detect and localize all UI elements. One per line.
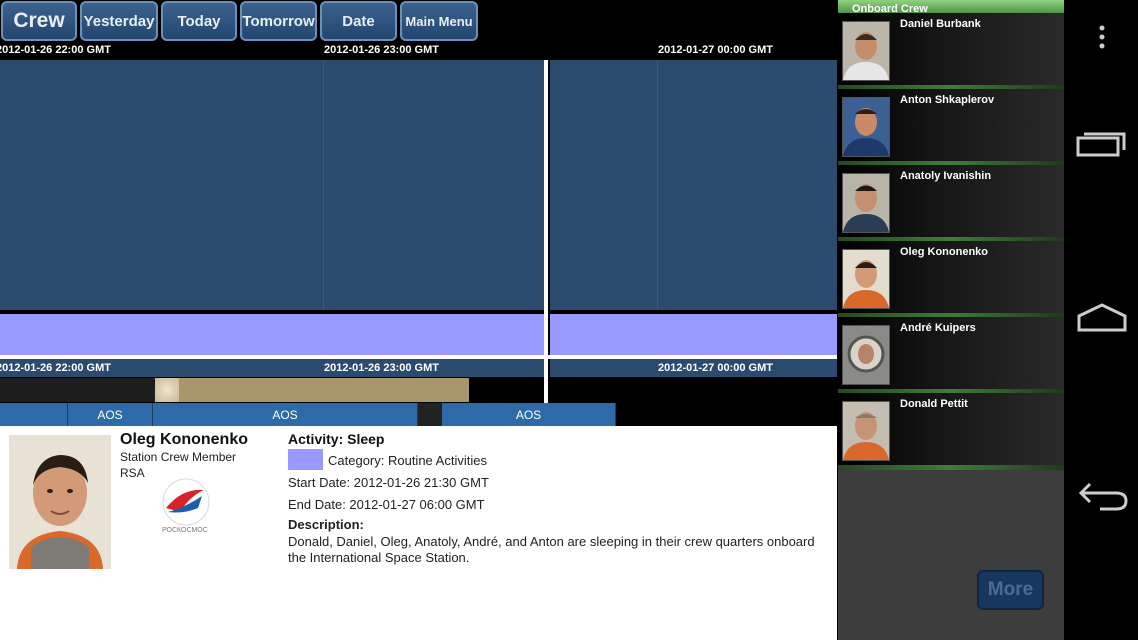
crew-name-label: André Kuipers [900,322,976,334]
sleep-activity-block[interactable] [550,314,837,355]
crew-list-item[interactable]: Anton Shkaplerov [838,89,1064,161]
aos-label: AOS [272,407,298,422]
hour-gridline [323,60,324,310]
crew-name-label: Daniel Burbank [900,18,981,30]
back-icon[interactable] [1078,480,1130,512]
activity-category: Category: Routine Activities [328,453,487,468]
time-tick-label: 2012-01-27 00:00 GMT [658,44,773,56]
description-label: Description: [288,517,364,532]
crew-sidebar: Onboard Crew Daniel Burbank Anton Shkapl… [838,0,1064,640]
main-menu-button[interactable]: Main Menu [400,1,478,41]
recent-apps-icon[interactable] [1076,128,1128,158]
crew-avatar [842,401,890,461]
hour-gridline [657,60,658,310]
yesterday-button[interactable]: Yesterday [80,1,158,41]
crew-avatar [842,249,890,309]
crew-separator [838,465,1064,470]
crew-name-label: Donald Pettit [900,398,968,410]
activity-detail-panel: Oleg Kononenko Station Crew Member RSA Р… [0,426,837,640]
crew-portrait [9,435,111,569]
activity-description: Donald, Daniel, Oleg, Anatoly, André, an… [288,534,815,565]
aos-label: AOS [515,407,542,422]
category-color-swatch [288,449,323,470]
today-button[interactable]: Today [161,1,237,41]
home-icon[interactable] [1076,302,1128,334]
activity-title: Activity: Sleep [288,431,385,447]
time-tick-label: 2012-01-26 23:00 GMT [324,44,439,56]
tomorrow-button[interactable]: Tomorrow [240,1,317,41]
aos-label: AOS [97,407,123,422]
daylight-band [179,378,469,402]
sun-marker [155,378,179,402]
roscosmos-logo: РОСКОСМОС [158,478,214,540]
crew-agency: RSA [120,466,145,480]
crew-list-item[interactable]: Anatoly Ivanishin [838,165,1064,237]
activity-block[interactable] [0,60,544,310]
crew-name-label: Anatoly Ivanishin [900,170,992,182]
time-tick-label: 2012-01-26 22:00 GMT [0,44,111,56]
aos-segment [0,403,68,426]
overflow-menu-icon[interactable] [1098,24,1106,50]
aos-segment: AOS [68,403,153,426]
logo-text: РОСКОСМОС [162,527,208,534]
crew-button[interactable]: Crew [1,1,77,41]
crew-list-item[interactable]: Oleg Kononenko [838,241,1064,313]
system-navigation-bar [1064,0,1138,640]
crew-name: Oleg Kononenko [120,431,248,448]
crew-avatar [842,325,890,385]
activity-block[interactable] [550,60,837,310]
sleep-activity-block[interactable] [0,314,544,355]
activity-start-date: Start Date: 2012-01-26 21:30 GMT [288,475,489,490]
current-time-cursor [544,60,548,403]
time-tick-label: 2012-01-27 00:00 GMT [658,362,773,374]
crew-list-item[interactable]: Daniel Burbank [838,13,1064,85]
crew-list-item[interactable]: André Kuipers [838,317,1064,389]
timeline[interactable]: 2012-01-26 22:00 GMT 2012-01-26 23:00 GM… [0,43,837,426]
time-tick-label: 2012-01-26 23:00 GMT [324,362,439,374]
aos-segment: AOS [153,403,418,426]
crew-avatar [842,173,890,233]
time-tick-label: 2012-01-26 22:00 GMT [0,362,111,374]
night-band [0,378,155,402]
aos-segment: AOS [442,403,616,426]
date-button[interactable]: Date [320,1,397,41]
crew-name-label: Oleg Kononenko [900,246,988,258]
crew-name-label: Anton Shkaplerov [900,94,995,106]
more-button[interactable]: More [977,570,1044,610]
los-segment [418,403,442,426]
crew-list-item[interactable]: Donald Pettit [838,393,1064,465]
crew-role: Station Crew Member [120,450,237,464]
crew-avatar [842,21,890,81]
activity-end-date: End Date: 2012-01-27 06:00 GMT [288,497,485,512]
crew-avatar [842,97,890,157]
